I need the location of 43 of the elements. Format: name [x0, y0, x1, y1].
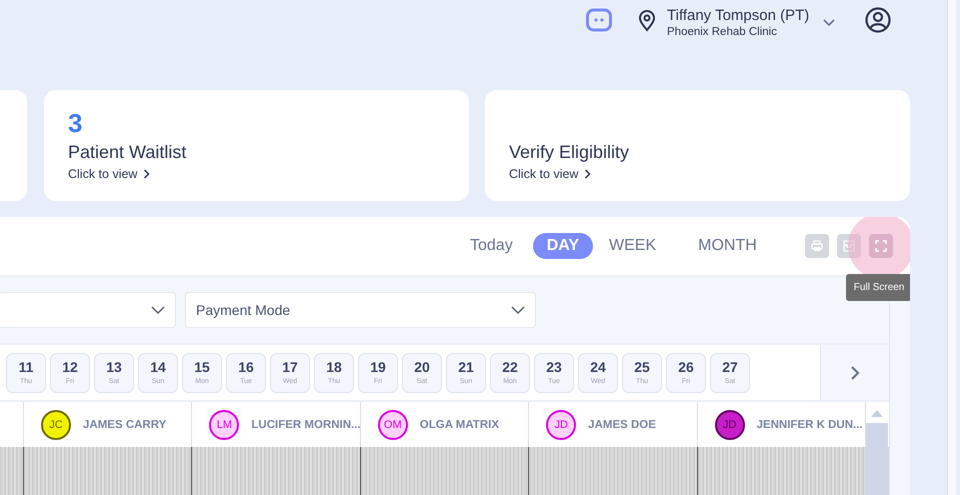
- archive-icon: [842, 240, 855, 252]
- provider-name: JENNIFER K DUN...: [756, 418, 863, 430]
- avatar: JC: [41, 410, 71, 440]
- print-button[interactable]: [804, 234, 829, 258]
- print-icon: [810, 240, 823, 252]
- view-tab[interactable]: MONTH: [688, 234, 767, 258]
- card-title: Verify Eligibility: [509, 141, 630, 163]
- stat-card[interactable]: 3 Patient Waitlist Click to view: [44, 90, 469, 201]
- avatar: JD: [714, 410, 745, 440]
- chevron-right-icon: [850, 364, 860, 380]
- archive-button[interactable]: [836, 234, 861, 258]
- scrollbar-thumb[interactable]: [866, 423, 888, 447]
- card-title: Patient Waitlist: [68, 141, 188, 163]
- avatar: LM: [209, 410, 240, 440]
- fullscreen-button[interactable]: [868, 234, 893, 258]
- fullscreen-icon: [874, 240, 887, 252]
- provider-name: LUCIFER MORNIN...: [251, 418, 361, 430]
- today-button[interactable]: Today: [470, 237, 513, 255]
- chevron-right-icon: [143, 169, 150, 179]
- avatar: OM: [378, 410, 408, 440]
- profile-icon[interactable]: [865, 7, 892, 33]
- location-pin-icon: [638, 10, 656, 32]
- chevron-down-icon: [151, 306, 165, 314]
- view-link[interactable]: Click to view: [68, 166, 150, 182]
- avatar: JD: [546, 410, 576, 440]
- chevron-down-icon[interactable]: [823, 19, 836, 27]
- stat-card[interactable]: Verify Eligibility Click to view: [485, 90, 910, 201]
- view-tab[interactable]: WEEK: [599, 234, 666, 258]
- dropdown[interactable]: [0, 292, 176, 328]
- provider-name: JAMES DOE: [588, 418, 656, 430]
- provider-name: JAMES CARRY: [83, 418, 166, 430]
- clinic-name: Phoenix Rehab Clinic: [667, 25, 778, 40]
- tooltip: Full Screen: [846, 274, 910, 301]
- user-name: Tiffany Tompson (PT): [667, 7, 810, 24]
- view-link[interactable]: Click to view: [509, 166, 592, 182]
- scroll-up-icon[interactable]: [871, 410, 884, 417]
- dropdown[interactable]: Payment Mode: [185, 292, 536, 328]
- count: 3: [68, 108, 84, 138]
- chevron-down-icon: [511, 306, 525, 314]
- chevron-right-icon: [584, 169, 592, 179]
- provider-name: OLGA MATRIX: [420, 418, 499, 430]
- chat-icon[interactable]: [586, 7, 612, 33]
- next-button[interactable]: [820, 345, 889, 400]
